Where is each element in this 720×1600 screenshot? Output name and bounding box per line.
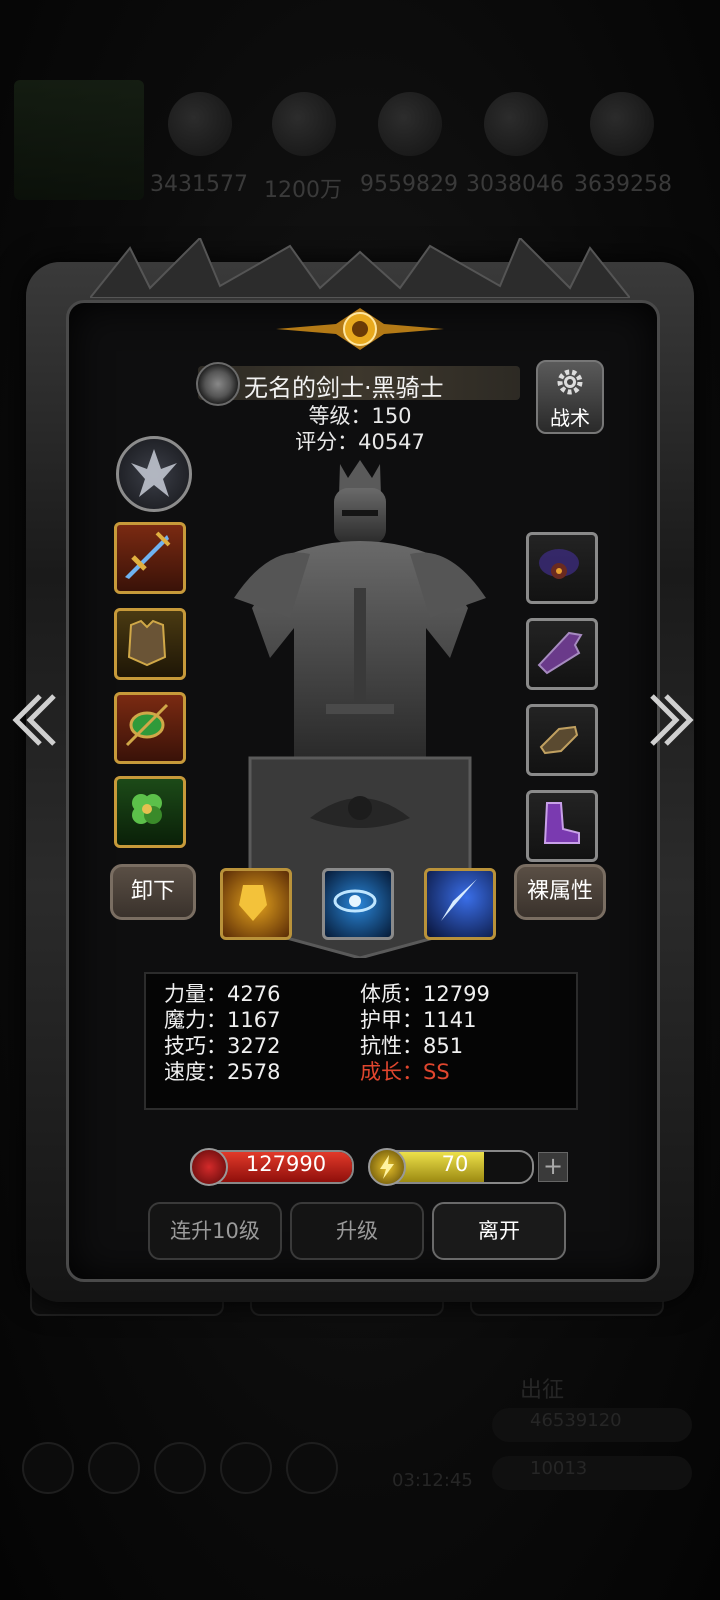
armor-icon	[127, 619, 167, 667]
equipment-slot-armor[interactable]	[114, 608, 186, 680]
background-menu-icon	[286, 1442, 338, 1494]
sword-icon	[125, 531, 171, 579]
stat-separator: ：	[402, 1060, 423, 1084]
equipment-slot-weapon[interactable]	[114, 522, 186, 594]
stat-separator: ：	[206, 1034, 227, 1058]
stat-value: 2578	[227, 1060, 281, 1084]
background-gem-bar	[492, 1456, 692, 1490]
stat-label: 体质	[360, 982, 402, 1006]
purple-boots-icon	[543, 802, 580, 844]
resource-value: 3431577	[150, 172, 248, 197]
stat-separator: ：	[402, 982, 423, 1006]
background-menu-icon	[88, 1442, 140, 1494]
hero-score-value: 40547	[358, 430, 425, 454]
hero-name: 无名的剑士·黑骑士	[244, 374, 444, 402]
dark-orb-icon	[539, 549, 579, 579]
stat-label: 成长	[360, 1060, 402, 1084]
add-energy-button[interactable]: +	[538, 1152, 568, 1182]
equipment-slot-boots[interactable]	[526, 790, 598, 862]
background-timer: 03:12:45	[392, 1470, 473, 1491]
resource-value: 9559829	[360, 172, 458, 197]
purple-claw-icon	[537, 631, 583, 675]
stat-label: 速度	[164, 1060, 206, 1084]
background-menu-icon	[22, 1442, 74, 1494]
hero-level-label: 等级	[308, 404, 351, 428]
resource-icon	[378, 92, 442, 156]
resource-icon	[484, 92, 548, 156]
energy-value: 70	[441, 1152, 469, 1176]
resource-value: 3038046	[466, 172, 564, 197]
skill-slot-3[interactable]	[424, 868, 496, 940]
leave-button[interactable]: 离开	[432, 1202, 566, 1260]
tactic-label: 战术	[550, 406, 590, 430]
bracer-icon	[539, 725, 579, 755]
previous-hero-arrow-icon[interactable]	[10, 690, 58, 750]
raw-attributes-button[interactable]: 裸属性	[514, 864, 606, 920]
emerald-amulet-icon	[125, 703, 169, 747]
equipment-slot-charm[interactable]	[114, 776, 186, 848]
stat-separator: ：	[206, 982, 227, 1006]
sun-emblem-icon	[276, 308, 444, 350]
stat-value: 1141	[423, 1008, 477, 1032]
stat-value: 4276	[227, 982, 281, 1006]
stat-separator: ：	[402, 1034, 423, 1058]
hero-level-value: 150	[371, 404, 412, 428]
equipment-slot-orb[interactable]	[526, 532, 598, 604]
stat-label: 魔力	[164, 1008, 206, 1032]
background-menu-icon	[220, 1442, 272, 1494]
background-menu-icon	[154, 1442, 206, 1494]
level-up-button[interactable]: 升级	[290, 1202, 424, 1260]
resource-value: 3639258	[574, 172, 672, 197]
class-emblem-icon[interactable]	[116, 436, 192, 512]
stat-label: 护甲	[360, 1008, 402, 1032]
eye-skill-icon	[333, 889, 377, 913]
stat-separator: ：	[206, 1008, 227, 1032]
background-gem-value: 10013	[530, 1458, 588, 1479]
resource-value: 1200万	[264, 178, 342, 203]
equipment-slot-amulet[interactable]	[114, 692, 186, 764]
stat-value: 851	[423, 1034, 464, 1058]
next-hero-arrow-icon[interactable]	[648, 690, 696, 750]
background-location-thumbnail	[14, 80, 144, 200]
lightning-slash-skill-icon	[441, 879, 477, 921]
stat-growth: 成长：SS	[360, 1056, 450, 1086]
hero-score: 评分：40547	[0, 426, 720, 456]
stat-value: 12799	[423, 982, 490, 1006]
background-gold-value: 46539120	[530, 1410, 622, 1431]
stat-label: 抗性	[360, 1034, 402, 1058]
frame-ornament	[90, 238, 630, 298]
stat-label: 力量	[164, 982, 206, 1006]
stat-separator: ：	[350, 404, 372, 428]
hp-value: 127990	[245, 1152, 327, 1176]
level-up-10-button[interactable]: 连升10级	[148, 1202, 282, 1260]
stat-value: SS	[423, 1060, 450, 1084]
clover-charm-icon	[132, 794, 162, 824]
resource-icon	[168, 92, 232, 156]
resource-icon	[272, 92, 336, 156]
resource-icon	[590, 92, 654, 156]
gear-icon	[557, 369, 583, 395]
stat-separator: ：	[337, 430, 359, 454]
stat-separator: ：	[402, 1008, 423, 1032]
skill-slot-1[interactable]	[220, 868, 292, 940]
equipment-slot-gauntlet[interactable]	[526, 618, 598, 690]
stat-separator: ：	[206, 1060, 227, 1084]
stat-speed: 速度：2578	[164, 1056, 280, 1086]
stat-value: 1167	[227, 1008, 281, 1032]
equipment-slot-bracer[interactable]	[526, 704, 598, 776]
stat-value: 3272	[227, 1034, 281, 1058]
skill-slot-2[interactable]	[322, 868, 394, 940]
background-sortie-label: 出征	[520, 1378, 565, 1403]
flame-shield-skill-icon	[239, 885, 267, 921]
stat-label: 技巧	[164, 1034, 206, 1058]
unequip-button[interactable]: 卸下	[110, 864, 196, 920]
tactic-button[interactable]: 战术	[536, 360, 604, 434]
hero-score-label: 评分	[295, 430, 338, 454]
